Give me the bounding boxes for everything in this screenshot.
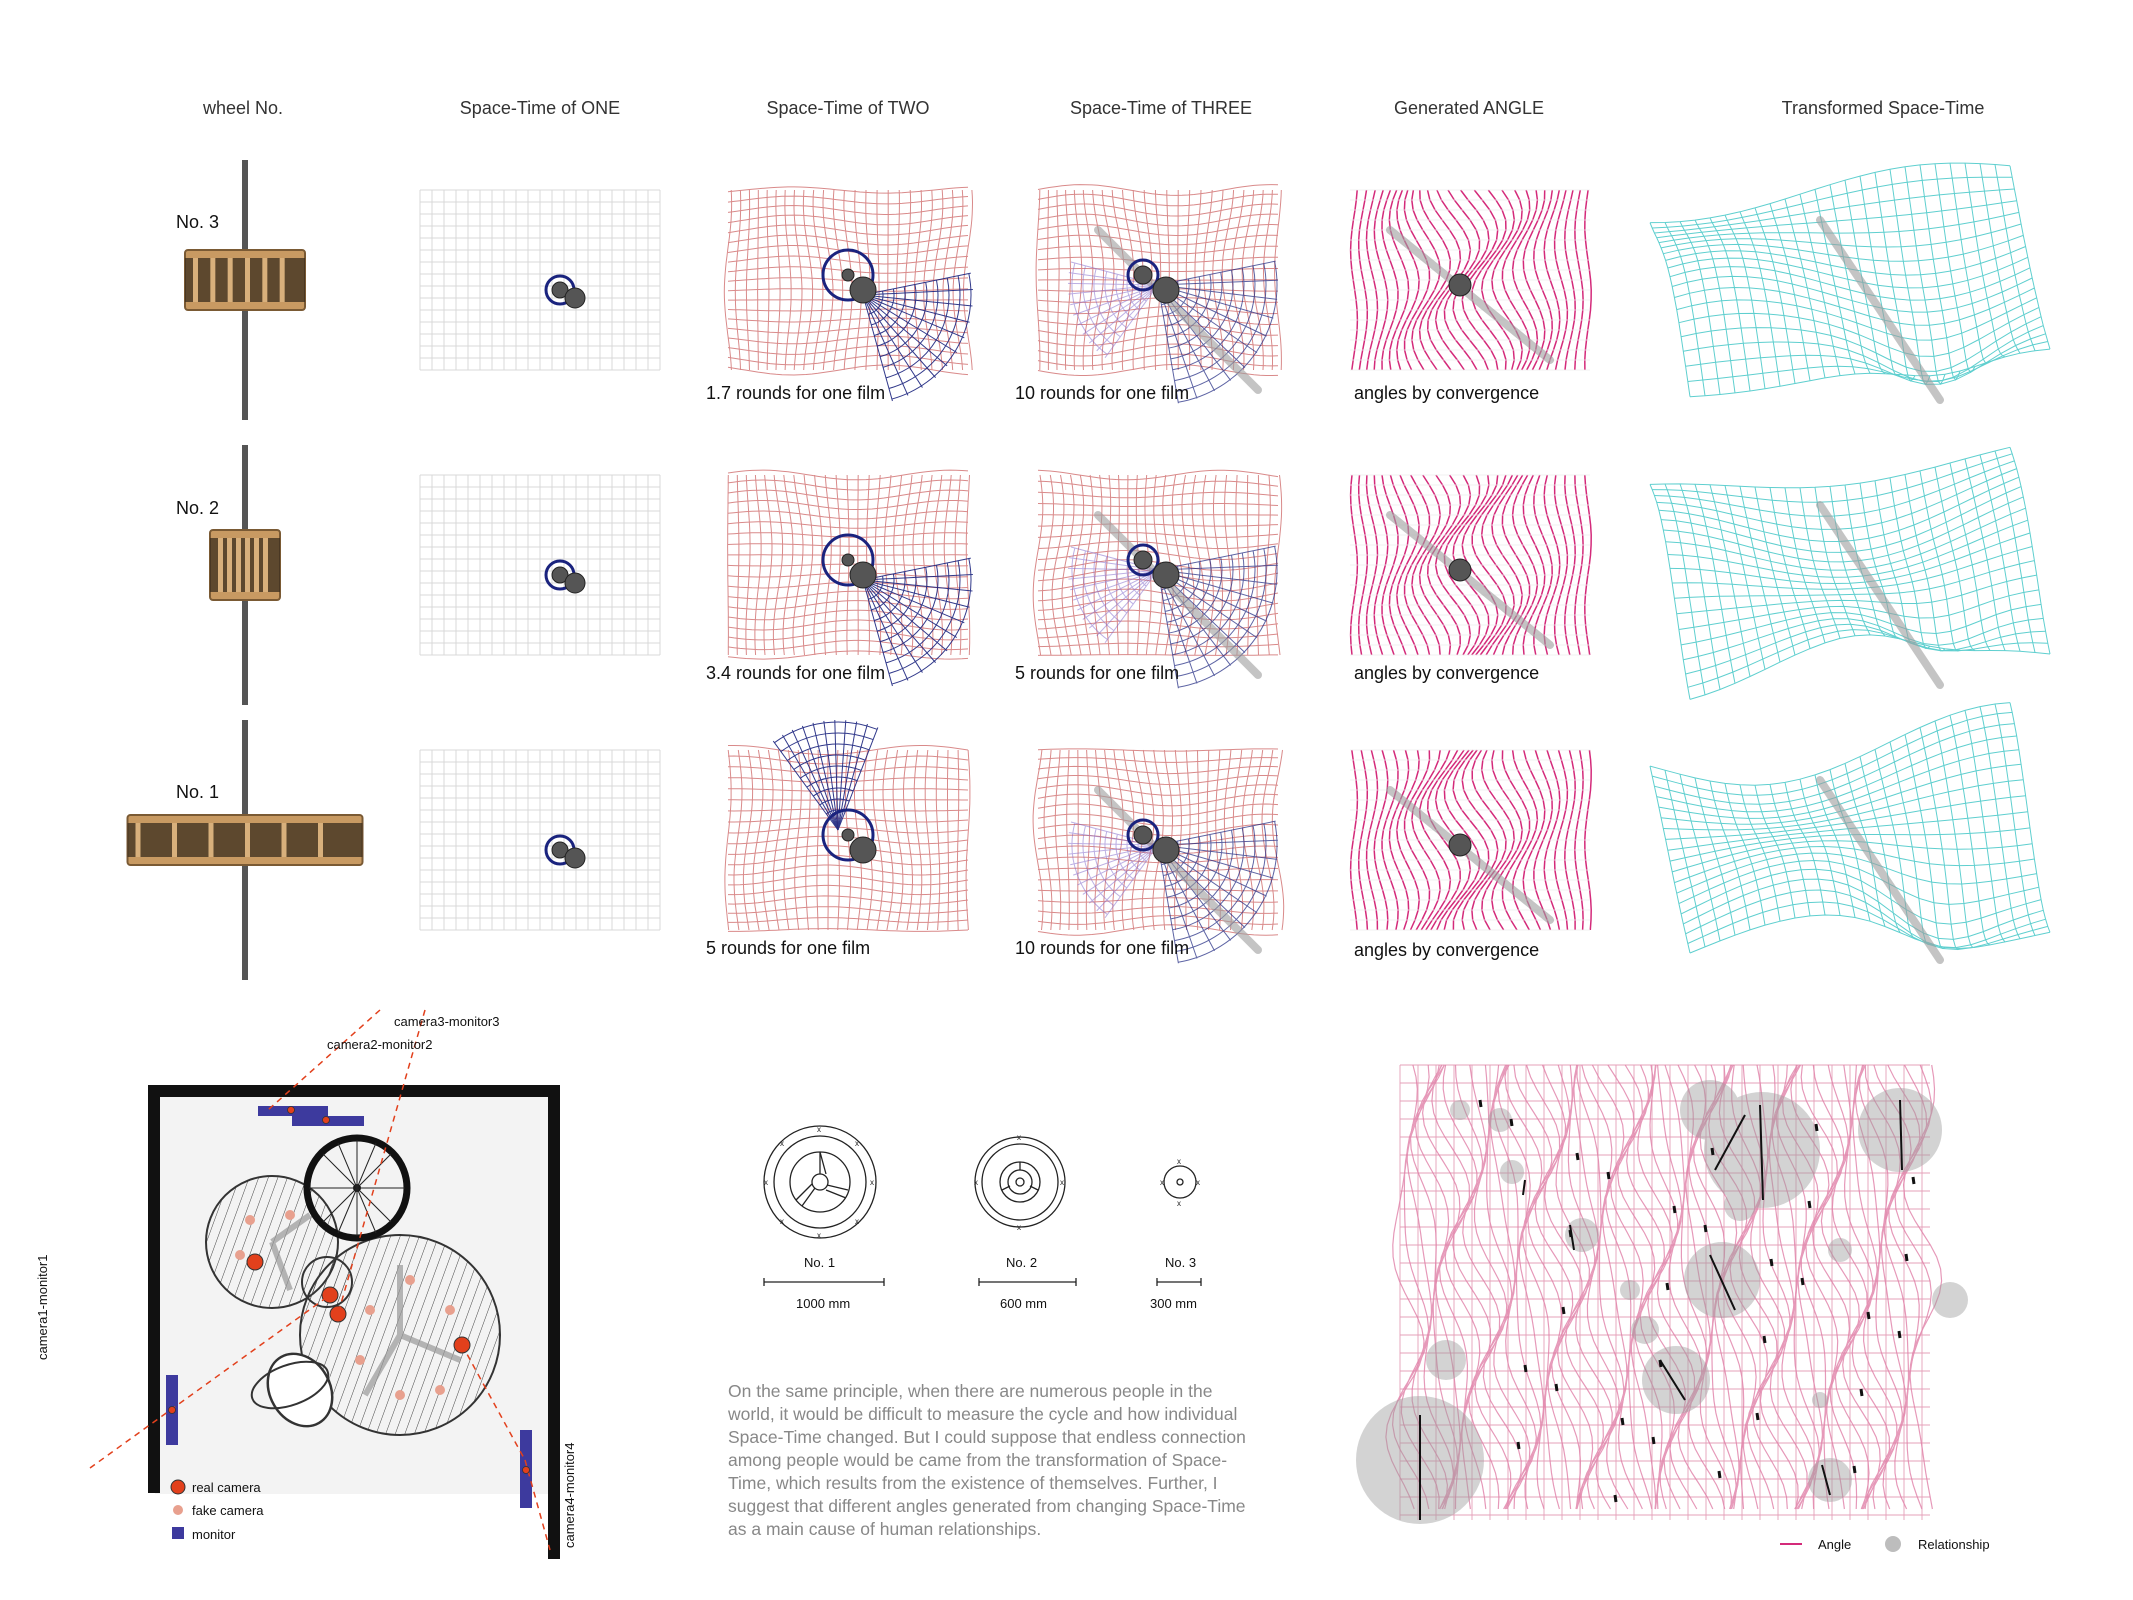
transformed-space-time-1 xyxy=(1649,702,2051,964)
wheel-photo-2 xyxy=(209,445,281,705)
wheel-label-3: No. 3 xyxy=(176,212,220,232)
legend-relationship-dot xyxy=(1885,1536,1901,1552)
legend-relationship-label: Relationship xyxy=(1918,1537,1990,1552)
label-camera3: camera3-monitor3 xyxy=(394,1014,500,1029)
wheel-photo-3 xyxy=(184,160,306,420)
wheel-size-name-3: No. 3 xyxy=(1165,1255,1197,1270)
svg-text:x: x xyxy=(817,1231,821,1240)
label-camera1: camera1-monitor1 xyxy=(35,1254,50,1361)
svg-text:x: x xyxy=(817,1125,821,1134)
space-time-two-2 xyxy=(727,469,973,687)
svg-text:x: x xyxy=(780,1217,784,1226)
svg-text:x: x xyxy=(780,1139,784,1148)
wheel-size-value-1: 1000 mm xyxy=(796,1296,851,1311)
svg-text:x: x xyxy=(1177,1157,1181,1166)
legend-fake-camera-icon xyxy=(173,1505,183,1515)
header-transformed: Transformed Space-Time xyxy=(1781,98,1985,118)
header-space-time-two: Space-Time of TWO xyxy=(766,98,930,118)
caption-three-row2: 5 rounds for one film xyxy=(1015,663,1180,683)
svg-text:x: x xyxy=(1017,1223,1021,1232)
svg-text:x: x xyxy=(764,1178,768,1187)
caption-three-row1: 10 rounds for one film xyxy=(1015,938,1190,958)
wheel-size-name-1: No. 1 xyxy=(804,1255,836,1270)
generated-angle-2 xyxy=(1349,474,1592,656)
space-time-one-3 xyxy=(419,189,661,371)
transformed-space-time-3 xyxy=(1649,162,2051,404)
svg-text:x: x xyxy=(1017,1133,1021,1142)
legend-fake-camera: fake camera xyxy=(192,1503,264,1518)
caption-angle-row3: angles by convergence xyxy=(1354,383,1540,403)
relationship-map xyxy=(1356,1064,1968,1524)
floor-plan xyxy=(89,1009,560,1559)
wheel-size-name-2: No. 2 xyxy=(1006,1255,1038,1270)
svg-text:x: x xyxy=(855,1139,859,1148)
wheel-label-2: No. 2 xyxy=(176,498,220,518)
description-paragraph: On the same principle, when there are nu… xyxy=(728,1381,1246,1539)
legend-real-camera-icon xyxy=(170,1479,186,1495)
svg-text:x: x xyxy=(855,1217,859,1226)
svg-text:x: x xyxy=(1160,1178,1164,1187)
wheel-size-value-3: 300 mm xyxy=(1150,1296,1197,1311)
label-camera2: camera2-monitor2 xyxy=(327,1037,433,1052)
legend-monitor-icon xyxy=(172,1527,184,1539)
header-space-time-one: Space-Time of ONE xyxy=(459,98,621,118)
svg-text:x: x xyxy=(870,1178,874,1187)
caption-two-row2: 3.4 rounds for one film xyxy=(706,663,886,683)
space-time-one-1 xyxy=(419,749,661,931)
space-time-two-3 xyxy=(723,186,974,402)
caption-three-row3: 10 rounds for one film xyxy=(1015,383,1190,403)
header-wheel: wheel No. xyxy=(202,98,284,118)
legend-real-camera: real camera xyxy=(192,1480,261,1495)
caption-angle-row1: angles by convergence xyxy=(1354,940,1540,960)
legend-angle-label: Angle xyxy=(1818,1537,1852,1552)
generated-angle-3 xyxy=(1349,189,1592,371)
header-generated-angle: Generated ANGLE xyxy=(1393,98,1545,118)
caption-angle-row2: angles by convergence xyxy=(1354,663,1540,683)
wheel-label-1: No. 1 xyxy=(176,782,220,802)
svg-text:x: x xyxy=(974,1178,978,1187)
space-time-two-1 xyxy=(724,720,971,932)
header-space-time-three: Space-Time of THREE xyxy=(1069,98,1253,118)
svg-text:x: x xyxy=(1060,1178,1064,1187)
caption-two-row1: 5 rounds for one film xyxy=(706,938,871,958)
wheel-size-diagrams: x x x x x x x x x x x x x x x x xyxy=(763,1125,1202,1286)
transformed-space-time-2 xyxy=(1649,446,2051,700)
label-camera4: camera4-monitor4 xyxy=(562,1442,577,1549)
legend-monitor: monitor xyxy=(192,1527,236,1542)
space-time-three-3 xyxy=(1035,184,1282,404)
generated-angle-1 xyxy=(1349,749,1592,931)
wheel-photo-1 xyxy=(126,720,364,980)
space-time-one-2 xyxy=(419,474,661,656)
space-time-three-1 xyxy=(1032,748,1285,964)
svg-text:x: x xyxy=(1177,1199,1181,1208)
space-time-three-2 xyxy=(1032,469,1283,689)
svg-text:x: x xyxy=(1196,1178,1200,1187)
caption-two-row3: 1.7 rounds for one film xyxy=(706,383,886,403)
wheel-size-value-2: 600 mm xyxy=(1000,1296,1047,1311)
